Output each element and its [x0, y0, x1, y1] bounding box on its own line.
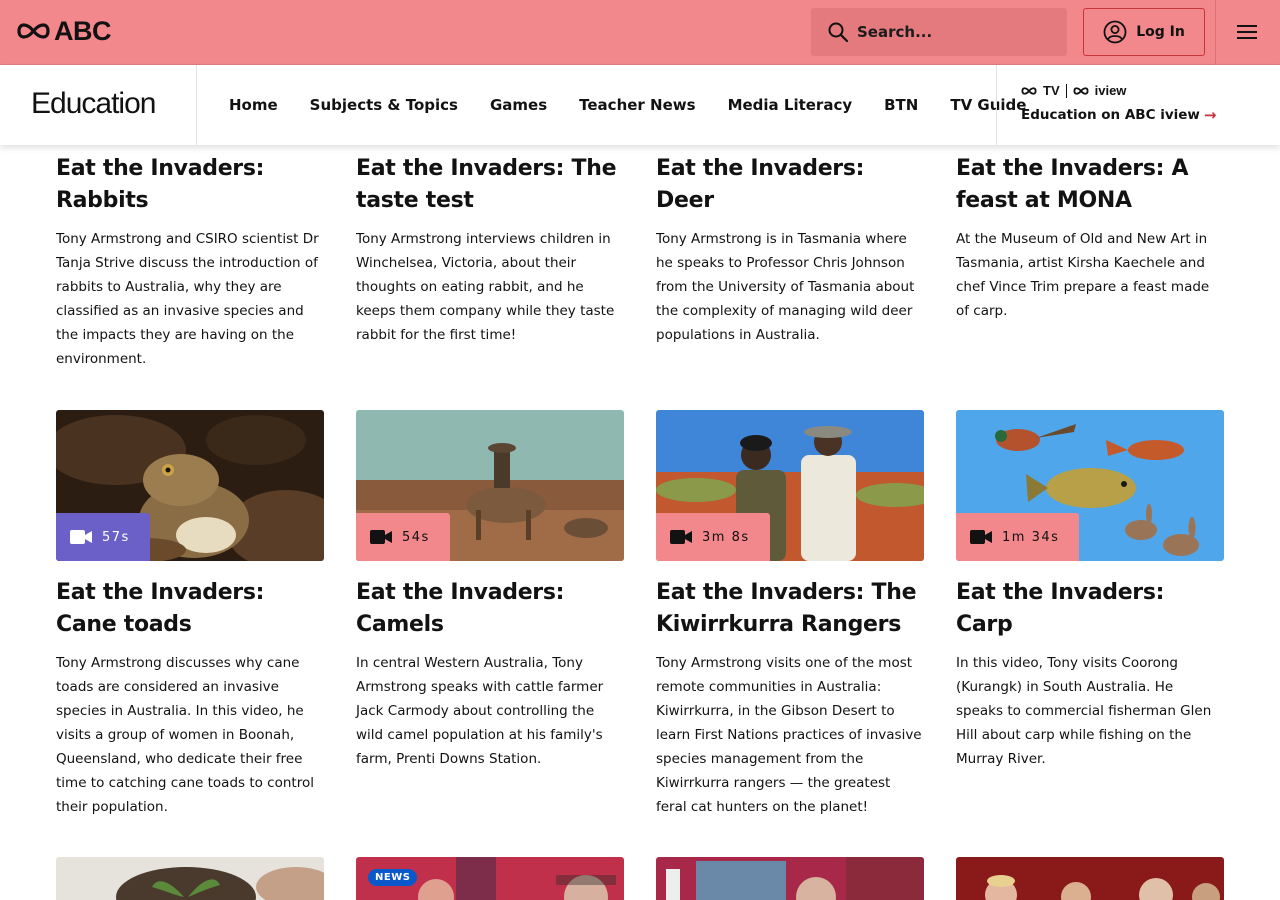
card-title[interactable]: Eat the Invaders: The taste test: [356, 153, 624, 217]
nav-divider: [996, 65, 997, 145]
crowd-image: [956, 857, 1224, 900]
video-camera-icon: [70, 530, 92, 544]
duration-badge: 1m 34s: [956, 513, 1080, 561]
video-thumbnail[interactable]: [956, 857, 1224, 900]
card-description: At the Museum of Old and New Art in Tasm…: [956, 231, 1210, 319]
card-title[interactable]: Eat the Invaders: Cane toads: [56, 577, 324, 641]
video-thumbnail[interactable]: 1m 34s: [956, 410, 1224, 561]
video-thumbnail[interactable]: NEWS: [356, 857, 624, 900]
duration-text: 1m 34s: [1002, 529, 1060, 545]
duration-text: 54s: [402, 529, 430, 545]
video-thumbnail[interactable]: 54s: [356, 410, 624, 561]
header-divider: [1215, 0, 1216, 65]
video-card[interactable]: 3m 8s Eat the Invaders: The Kiwirrkurra …: [656, 410, 924, 819]
nav-link-subjects-topics[interactable]: Subjects & Topics: [310, 96, 458, 114]
nav-divider: [196, 65, 197, 145]
site-header: ABC Log In: [0, 0, 1280, 65]
card-description: Tony Armstrong visits one of the most re…: [656, 655, 922, 815]
section-navigation: Education Home Subjects & Topics Games T…: [0, 65, 1280, 145]
card-title[interactable]: Eat the Invaders: Camels: [356, 577, 624, 641]
duration-badge: 57s: [56, 513, 150, 561]
search-icon: [828, 22, 849, 43]
card-description: Tony Armstrong interviews children in Wi…: [356, 231, 615, 343]
iview-link[interactable]: Education on ABC iview →: [1021, 106, 1216, 124]
iview-logos: TV iview: [1021, 83, 1216, 98]
abc-tv-logo: TV: [1043, 83, 1060, 98]
duration-badge: 3m 8s: [656, 513, 770, 561]
login-label: Log In: [1136, 24, 1185, 40]
card-description: Tony Armstrong and CSIRO scientist Dr Ta…: [56, 231, 319, 367]
card-description: In central Western Australia, Tony Armst…: [356, 655, 604, 767]
nav-links: Home Subjects & Topics Games Teacher New…: [229, 65, 1026, 145]
search-box[interactable]: [811, 8, 1067, 56]
card-title[interactable]: Eat the Invaders: Deer: [656, 153, 924, 217]
video-thumbnail[interactable]: 3m 8s: [656, 410, 924, 561]
menu-button[interactable]: [1235, 22, 1259, 42]
arrow-right-icon: →: [1203, 106, 1217, 124]
hamburger-icon-bar: [1237, 31, 1257, 33]
nav-link-btn[interactable]: BTN: [884, 96, 918, 114]
video-thumbnail[interactable]: [656, 857, 924, 900]
video-card[interactable]: 54s Eat the Invaders: Camels In central …: [356, 410, 624, 771]
video-camera-icon: [370, 530, 392, 544]
hamburger-icon-bar: [1237, 37, 1257, 39]
abc-iview-logo: iview: [1094, 83, 1127, 98]
nav-link-media-literacy[interactable]: Media Literacy: [728, 96, 853, 114]
card-description: Tony Armstrong is in Tasmania where he s…: [656, 231, 915, 343]
card-title[interactable]: Eat the Invaders: Carp: [956, 577, 1224, 641]
abc-logo[interactable]: ABC: [17, 16, 112, 46]
video-card[interactable]: Eat the Invaders: Rabbits Tony Armstrong…: [56, 153, 324, 371]
iview-promo[interactable]: TV iview Education on ABC iview →: [1021, 83, 1216, 124]
video-card[interactable]: Eat the Invaders: A feast at MONA At the…: [956, 153, 1224, 323]
search-input[interactable]: [857, 23, 1047, 41]
duration-text: 57s: [102, 529, 130, 545]
news-badge: NEWS: [368, 869, 418, 886]
collage-image: [656, 857, 924, 900]
video-card[interactable]: 57s Eat the Invaders: Cane toads Tony Ar…: [56, 410, 324, 819]
video-card[interactable]: Eat the Invaders: The taste test Tony Ar…: [356, 153, 624, 347]
nav-link-teacher-news[interactable]: Teacher News: [579, 96, 695, 114]
video-camera-icon: [670, 530, 692, 544]
user-icon: [1103, 20, 1127, 44]
card-description: Tony Armstrong discusses why cane toads …: [56, 655, 314, 815]
abc-wordmark: ABC: [54, 16, 112, 46]
soil-seedling-image: [56, 857, 324, 900]
card-title[interactable]: Eat the Invaders: Rabbits: [56, 153, 324, 217]
abc-lissajous-icon: [17, 23, 50, 39]
video-card[interactable]: Eat the Invaders: Deer Tony Armstrong is…: [656, 153, 924, 347]
card-description: In this video, Tony visits Coorong (Kura…: [956, 655, 1212, 767]
abc-lissajous-icon: [1073, 86, 1089, 95]
nav-link-tv-guide[interactable]: TV Guide: [950, 96, 1026, 114]
iview-link-label: Education on ABC iview: [1021, 107, 1200, 123]
video-thumbnail[interactable]: 57s: [56, 410, 324, 561]
nav-link-home[interactable]: Home: [229, 96, 278, 114]
nav-link-games[interactable]: Games: [490, 96, 547, 114]
card-title[interactable]: Eat the Invaders: The Kiwirrkurra Ranger…: [656, 577, 924, 641]
login-button[interactable]: Log In: [1083, 8, 1205, 56]
card-title[interactable]: Eat the Invaders: A feast at MONA: [956, 153, 1224, 217]
logo-separator: [1065, 83, 1067, 98]
duration-text: 3m 8s: [702, 529, 750, 545]
duration-badge: 54s: [356, 513, 450, 561]
hamburger-icon-bar: [1237, 25, 1257, 27]
section-title[interactable]: Education: [31, 87, 156, 121]
video-thumbnail[interactable]: [56, 857, 324, 900]
video-card[interactable]: 1m 34s Eat the Invaders: Carp In this vi…: [956, 410, 1224, 771]
video-camera-icon: [970, 530, 992, 544]
abc-lissajous-icon: [1021, 86, 1037, 95]
